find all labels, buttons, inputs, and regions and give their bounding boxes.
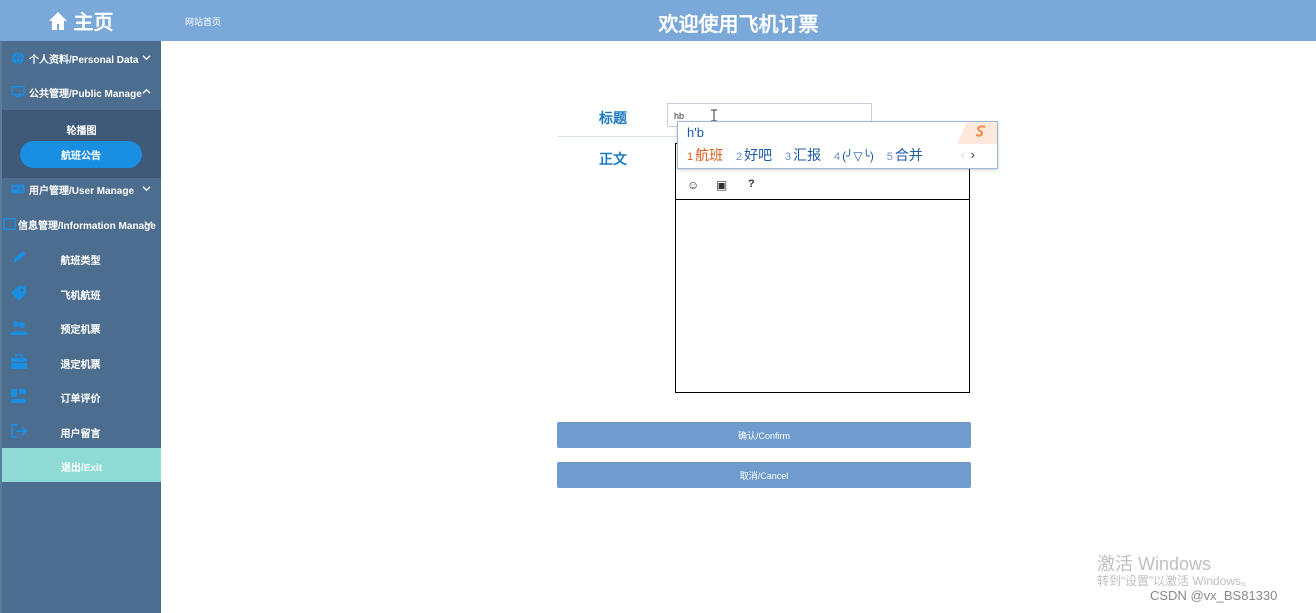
body-label: 正文 bbox=[599, 151, 627, 167]
ime-prev-page[interactable]: ‹ bbox=[960, 147, 964, 162]
sidebar-item-label: 预定机票 bbox=[60, 325, 101, 336]
sidebar-group-user-manage[interactable]: 用户管理/User Manage bbox=[0, 172, 161, 206]
sidebar-item-order-review[interactable]: 订单评价 bbox=[0, 379, 161, 413]
activation-watermark-hint: 转到“设置”以激活 Windows。 bbox=[1097, 574, 1254, 588]
public-manage-submenu: 轮播图 航班公告 bbox=[2, 110, 161, 178]
sidebar-item-flights[interactable]: 飞机航班 bbox=[0, 276, 161, 310]
emoji-icon[interactable]: ☺ bbox=[687, 178, 699, 192]
editor-toolbar: ☺ ▣ ? bbox=[676, 170, 969, 200]
sidebar-item-label: 航班类型 bbox=[60, 256, 101, 267]
rich-text-editor[interactable]: ☺ ▣ ? bbox=[675, 143, 970, 393]
sidebar-group-label: 信息管理/Information Manage bbox=[18, 220, 156, 232]
home-link[interactable]: 主页 bbox=[0, 0, 161, 41]
exit-label: 退出/Exit bbox=[60, 463, 103, 474]
info-icon bbox=[3, 218, 16, 230]
chevron-up-icon bbox=[142, 88, 151, 94]
chevron-down-icon bbox=[142, 186, 151, 192]
sidebar-item-label: 退定机票 bbox=[60, 360, 101, 371]
home-icon bbox=[48, 11, 67, 30]
image-icon[interactable]: ▣ bbox=[716, 178, 727, 192]
ime-candidate[interactable]: 3 汇报 bbox=[785, 147, 821, 163]
chevron-down-icon bbox=[144, 221, 153, 227]
ime-candidates: 1 航班 2 好吧 3 汇报 4 (╯▽╰) 5 合并 bbox=[687, 145, 932, 165]
sidebar-item-label: 飞机航班 bbox=[60, 291, 101, 302]
sidebar: 个人资料/Personal Data 公共管理/Public Manage 轮播… bbox=[0, 0, 161, 613]
cancel-button[interactable]: 取消/Cancel bbox=[557, 462, 971, 488]
sidebar-item-label: 订单评价 bbox=[60, 394, 101, 405]
help-icon[interactable]: ? bbox=[748, 178, 755, 190]
confirm-button[interactable]: 确认/Confirm bbox=[557, 422, 971, 448]
globe-icon bbox=[11, 51, 25, 65]
exit-button[interactable]: 退出/Exit bbox=[2, 448, 161, 482]
ime-next-page[interactable]: › bbox=[971, 147, 975, 162]
sidebar-item-book-ticket[interactable]: 预定机票 bbox=[0, 310, 161, 344]
sidebar-group-public-manage[interactable]: 公共管理/Public Manage bbox=[0, 75, 161, 109]
ime-candidate[interactable]: 2 好吧 bbox=[736, 147, 772, 163]
sidebar-item-cancel-ticket[interactable]: 退定机票 bbox=[0, 345, 161, 379]
title-label: 标题 bbox=[599, 110, 627, 126]
ime-candidate-window: h'b 1 航班 2 好吧 3 汇报 4 (╯▽╰) 5 合并 ‹ › bbox=[677, 121, 998, 169]
monitor-icon bbox=[11, 86, 25, 98]
sidebar-group-label: 公共管理/Public Manage bbox=[29, 88, 142, 100]
ime-candidate[interactable]: 1 航班 bbox=[687, 147, 723, 163]
sidebar-group-label: 用户管理/User Manage bbox=[29, 185, 135, 197]
ime-logo-icon bbox=[957, 122, 997, 144]
id-card-icon bbox=[11, 184, 25, 194]
csdn-credit: CSDN @vx_BS81330 bbox=[1150, 588, 1278, 603]
sidebar-item-flight-notice[interactable]: 航班公告 bbox=[20, 141, 142, 168]
chevron-down-icon bbox=[142, 55, 151, 61]
page-title: 欢迎使用飞机订票 bbox=[658, 14, 819, 36]
ime-page-nav: ‹ › bbox=[960, 147, 975, 162]
brand-label: 主页 bbox=[73, 12, 114, 34]
top-header: 网站首页 欢迎使用飞机订票 bbox=[161, 0, 1316, 41]
sidebar-group-personal-data[interactable]: 个人资料/Personal Data bbox=[0, 41, 161, 75]
sidebar-item-label: 用户留言 bbox=[60, 429, 101, 440]
sidebar-item-user-message[interactable]: 用户留言 bbox=[0, 414, 161, 448]
sidebar-group-label: 个人资料/Personal Data bbox=[29, 54, 139, 66]
sidebar-group-information-manage[interactable]: 信息管理/Information Manage bbox=[0, 207, 161, 241]
ime-composition: h'b bbox=[687, 125, 704, 140]
ime-candidate[interactable]: 4 (╯▽╰) bbox=[834, 147, 874, 163]
sidebar-item-flight-type[interactable]: 航班类型 bbox=[0, 241, 161, 275]
sidebar-item-carousel[interactable]: 轮播图 bbox=[2, 122, 161, 137]
ime-candidate[interactable]: 5 合并 bbox=[887, 147, 923, 163]
